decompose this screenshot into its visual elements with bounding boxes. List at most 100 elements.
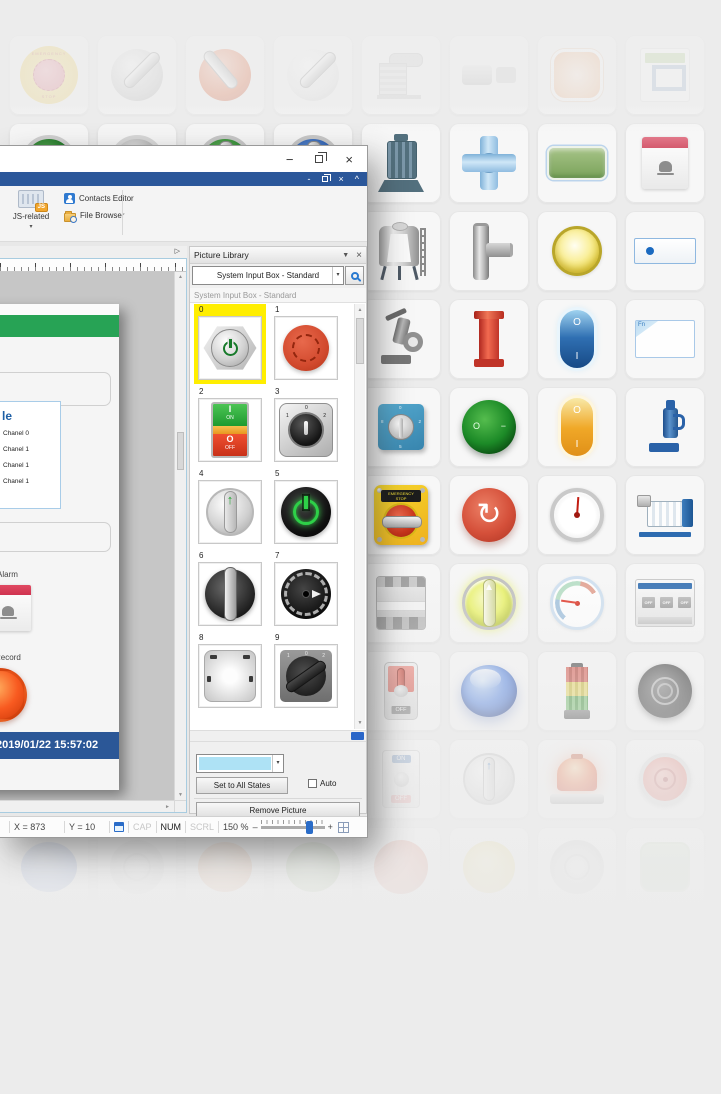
tile-t-pipe[interactable] bbox=[449, 211, 529, 291]
library-item-2[interactable]: 2 ION OOFF bbox=[194, 386, 266, 466]
scrollbar-thumb[interactable] bbox=[356, 318, 364, 364]
library-horizontal-scrollbar[interactable] bbox=[190, 730, 366, 742]
tile-red-beacon[interactable] bbox=[537, 739, 617, 819]
tile-storage-tank[interactable] bbox=[361, 211, 441, 291]
alarm-bell-widget[interactable] bbox=[0, 585, 31, 631]
layout-grid-icon[interactable] bbox=[338, 822, 349, 833]
tile-relief-valve-blue[interactable] bbox=[625, 387, 705, 467]
library-item-9[interactable]: 9 1 0 2 bbox=[270, 632, 342, 712]
doc-minimize-button[interactable]: - bbox=[308, 174, 311, 184]
set-to-all-states-button[interactable]: Set to All States bbox=[196, 777, 288, 794]
restore-button[interactable] bbox=[315, 155, 323, 163]
tile-red-toggle-switch[interactable]: OFF bbox=[361, 651, 441, 731]
form-channel-panel[interactable]: le Chanel 0 Chanel 1 Chanel 1 Chanel 1 bbox=[0, 401, 61, 509]
tile-orange-square-button[interactable] bbox=[537, 35, 617, 115]
tile-emergency-stop-round[interactable]: EMERGENCY STOP bbox=[9, 35, 89, 115]
designed-form[interactable]: le Chanel 0 Chanel 1 Chanel 1 Chanel 1 A… bbox=[0, 304, 119, 790]
scroll-down-icon[interactable]: ▼ bbox=[355, 720, 365, 726]
tile-progress-box[interactable] bbox=[625, 211, 705, 291]
tile-green-square-faint[interactable] bbox=[625, 827, 705, 907]
tile-ring-knob-faint[interactable] bbox=[537, 827, 617, 907]
tile-cross-pipe[interactable] bbox=[449, 123, 529, 203]
tile-green-dome-faint[interactable] bbox=[273, 827, 353, 907]
library-item-4[interactable]: 4 ↑ bbox=[194, 468, 266, 548]
library-item-1[interactable]: 1 bbox=[270, 304, 342, 384]
file-browser-button[interactable]: File Browser bbox=[64, 208, 124, 223]
tile-yellow-indicator[interactable] bbox=[537, 211, 617, 291]
timestamp-bar[interactable]: 2019/01/22 15:57:02 bbox=[0, 732, 119, 759]
form-green-banner[interactable] bbox=[0, 315, 119, 337]
scrollbar-thumb[interactable] bbox=[351, 732, 364, 740]
scroll-down-icon[interactable]: ▼ bbox=[175, 792, 186, 798]
picture-library-header[interactable]: Picture Library ▼ × bbox=[190, 247, 366, 264]
tile-breaker-gray[interactable] bbox=[361, 563, 441, 643]
auto-checkbox[interactable] bbox=[308, 779, 317, 788]
minimize-button[interactable]: − bbox=[286, 153, 294, 166]
scroll-right-icon[interactable]: ► bbox=[165, 804, 170, 810]
tile-fn-input-box[interactable]: Fn bbox=[625, 299, 705, 379]
tile-on-off-toggle[interactable]: ON OFF bbox=[361, 739, 441, 819]
doc-close-button[interactable]: × bbox=[339, 174, 344, 184]
canvas-horizontal-scrollbar[interactable]: ► bbox=[0, 800, 186, 812]
panel-close-icon[interactable]: × bbox=[356, 250, 362, 261]
ribbon-collapse-button[interactable]: ^ bbox=[355, 174, 359, 184]
library-item-0[interactable]: 0 bbox=[194, 304, 266, 384]
tile-relief-valve-gray[interactable] bbox=[361, 299, 441, 379]
tile-yellow-button-faint[interactable] bbox=[449, 827, 529, 907]
scroll-up-icon[interactable]: ▲ bbox=[355, 307, 365, 313]
scrollbar-thumb[interactable] bbox=[177, 432, 184, 470]
library-item-6[interactable]: 6 bbox=[194, 550, 266, 630]
tile-lever-knob-white[interactable] bbox=[273, 35, 353, 115]
close-button[interactable]: × bbox=[345, 153, 353, 166]
contacts-editor-button[interactable]: Contacts Editor bbox=[64, 191, 134, 206]
library-item-7[interactable]: 7 bbox=[270, 550, 342, 630]
tile-alarm-bell-card[interactable] bbox=[625, 123, 705, 203]
zoom-out-button[interactable]: – bbox=[253, 822, 258, 832]
library-item-3[interactable]: 3 1 0 2 bbox=[270, 386, 342, 466]
zoom-slider[interactable] bbox=[261, 826, 325, 829]
tile-red-button-faint[interactable] bbox=[361, 827, 441, 907]
tile-blue-rocker-switch[interactable]: O I bbox=[537, 299, 617, 379]
tile-blue-dome-faint[interactable] bbox=[9, 827, 89, 907]
tile-lever-knob-gray[interactable] bbox=[97, 35, 177, 115]
zoom-in-button[interactable]: + bbox=[328, 822, 333, 832]
tile-pink-buzzer[interactable] bbox=[625, 739, 705, 819]
tile-green-rocker-switch[interactable]: O − bbox=[449, 387, 529, 467]
tile-vacuum-pump[interactable] bbox=[361, 35, 441, 115]
state-combobox[interactable]: ▾ bbox=[196, 754, 284, 773]
tile-stack-light[interactable] bbox=[537, 651, 617, 731]
canvas-vertical-scrollbar[interactable]: ▲ ▼ bbox=[174, 272, 186, 800]
tile-rotary-dial[interactable]: 0 2 5 8 bbox=[361, 387, 441, 467]
scroll-up-icon[interactable]: ▲ bbox=[175, 274, 186, 280]
auto-checkbox-row[interactable]: Auto bbox=[308, 779, 336, 788]
tile-breaker-3pole[interactable]: OFF OFF OFF bbox=[625, 563, 705, 643]
tile-silver-knob-faint[interactable] bbox=[97, 827, 177, 907]
tile-arrow-knob[interactable]: ↑ bbox=[449, 739, 529, 819]
tile-blue-pump[interactable] bbox=[625, 475, 705, 555]
tile-red-reset-button[interactable]: ↻ bbox=[449, 475, 529, 555]
tile-horizontal-pump-gray[interactable] bbox=[449, 35, 529, 115]
tile-lever-knob-red[interactable] bbox=[185, 35, 265, 115]
panel-menu-icon[interactable]: ▼ bbox=[342, 252, 349, 259]
tile-submersible-pump[interactable] bbox=[361, 123, 441, 203]
zoom-slider-thumb[interactable] bbox=[306, 821, 313, 834]
library-combobox[interactable]: System Input Box - Standard ▾ bbox=[192, 266, 344, 285]
tile-orange-rocker-switch[interactable]: O I bbox=[537, 387, 617, 467]
tile-colored-gauge[interactable] bbox=[537, 563, 617, 643]
chevron-down-icon[interactable]: ▾ bbox=[272, 755, 283, 772]
tile-blue-dome-button[interactable] bbox=[449, 651, 529, 731]
tile-white-gauge[interactable] bbox=[537, 475, 617, 555]
design-canvas[interactable]: le Chanel 0 Chanel 1 Chanel 1 Chanel 1 A… bbox=[0, 272, 174, 800]
toolbar-overflow-arrow[interactable]: ▷ bbox=[175, 248, 180, 255]
tile-red-coupling[interactable] bbox=[449, 299, 529, 379]
tile-emergency-stop-box[interactable]: EMERGENCYSTOP bbox=[361, 475, 441, 555]
record-button-widget[interactable] bbox=[0, 668, 27, 722]
tile-green-display[interactable] bbox=[537, 123, 617, 203]
tile-orange-dome-faint[interactable] bbox=[185, 827, 265, 907]
library-item-5[interactable]: 5 bbox=[270, 468, 342, 548]
chevron-down-icon[interactable]: ▾ bbox=[332, 267, 343, 284]
library-search-button[interactable] bbox=[345, 266, 364, 285]
library-vertical-scrollbar[interactable]: ▲ ▼ bbox=[354, 304, 365, 729]
tile-green-header-card[interactable] bbox=[625, 35, 705, 115]
doc-restore-button[interactable] bbox=[322, 176, 328, 182]
